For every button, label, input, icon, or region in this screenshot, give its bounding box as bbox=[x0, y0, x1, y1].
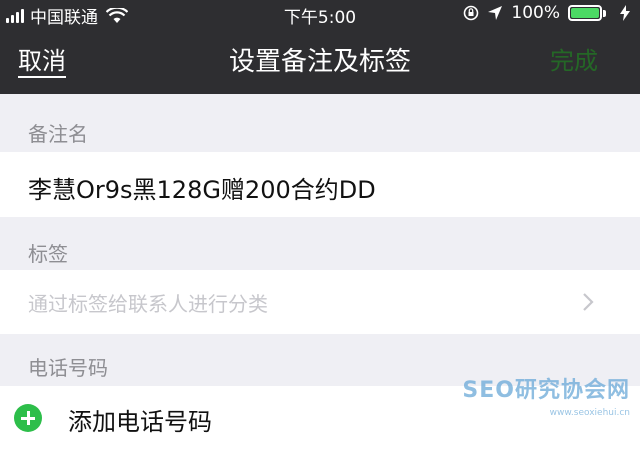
navigation-bar: 取消 设置备注及标签 完成 bbox=[0, 38, 640, 88]
watermark: SEO研究协会网 www.seoxiehui.cn bbox=[462, 380, 630, 424]
chevron-right-icon bbox=[583, 293, 594, 311]
add-circle-icon[interactable] bbox=[14, 404, 42, 432]
done-button[interactable]: 完成 bbox=[550, 46, 598, 76]
header: 中国联通 下午5:00 100% 取消 设置备注及标签 完成 bbox=[0, 0, 640, 94]
tags-cell[interactable]: 通过标签给联系人进行分类 bbox=[0, 270, 640, 334]
location-icon bbox=[488, 6, 503, 20]
add-phone-label[interactable]: 添加电话号码 bbox=[68, 402, 212, 437]
remark-section-label: 备注名 bbox=[28, 122, 88, 146]
page-title: 设置备注及标签 bbox=[228, 47, 411, 77]
status-right: 100% bbox=[463, 3, 630, 23]
remark-cell[interactable]: 李慧Or9s黑128G赠200合约DD bbox=[0, 152, 640, 217]
tags-section-label: 标签 bbox=[28, 242, 68, 266]
charging-icon bbox=[620, 5, 630, 21]
remark-input[interactable]: 李慧Or9s黑128G赠200合约DD bbox=[28, 170, 376, 205]
watermark-text: SEO研究协会网 bbox=[462, 378, 630, 403]
phone-section-label: 电话号码 bbox=[28, 356, 108, 380]
tags-placeholder: 通过标签给联系人进行分类 bbox=[28, 292, 268, 316]
battery-icon bbox=[568, 5, 606, 21]
cancel-button[interactable]: 取消 bbox=[18, 46, 66, 78]
battery-percent: 100% bbox=[511, 3, 560, 23]
rotation-lock-icon bbox=[464, 5, 479, 21]
watermark-url: www.seoxiehui.cn bbox=[549, 408, 630, 418]
status-bar: 中国联通 下午5:00 100% bbox=[0, 0, 640, 28]
